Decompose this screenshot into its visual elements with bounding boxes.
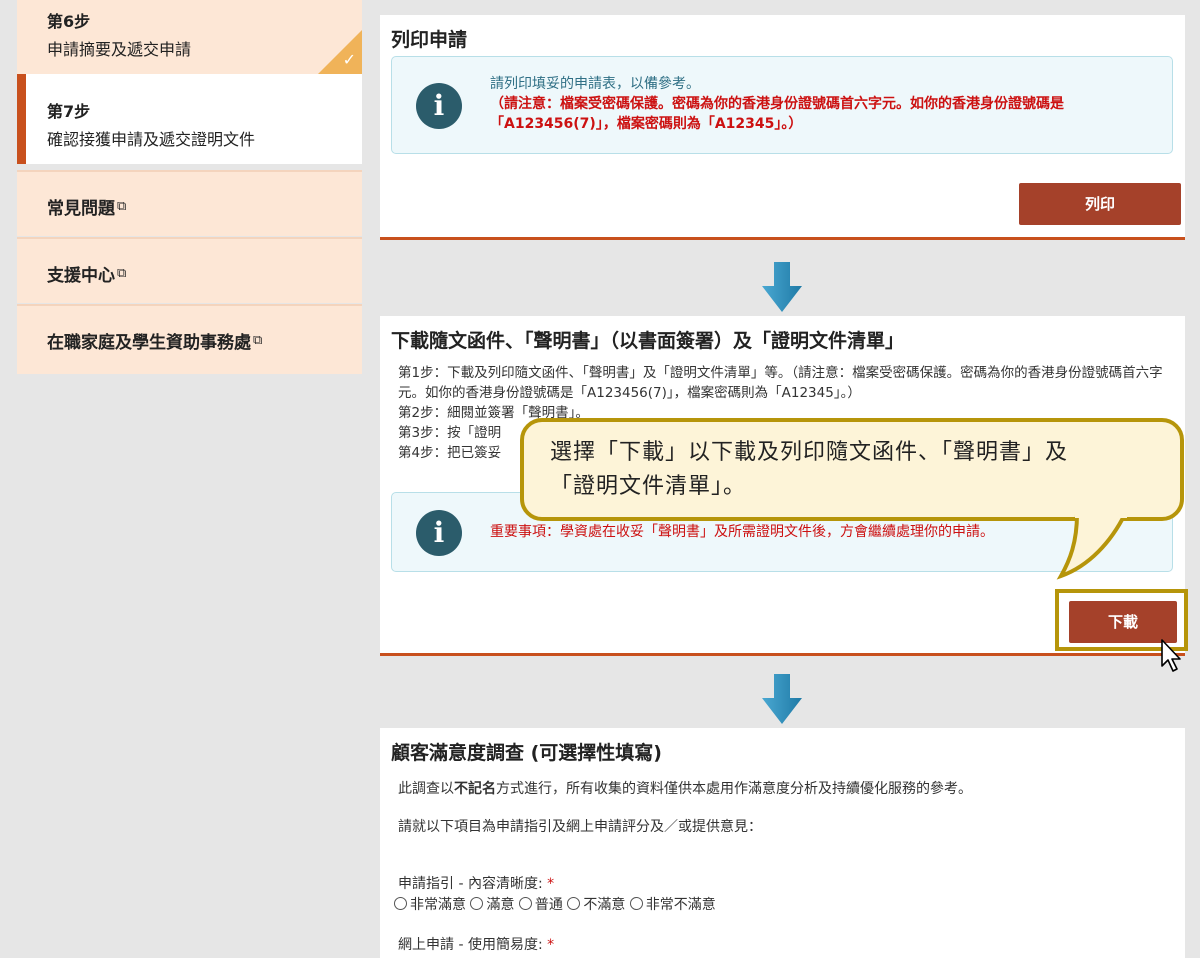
radio-circle-icon[interactable]	[470, 897, 484, 910]
external-link-icon: ⧉	[117, 199, 127, 214]
radio-option[interactable]: 滿意	[470, 897, 514, 913]
radio-option[interactable]: 非常不滿意	[629, 897, 716, 913]
option-label: 不滿意	[583, 897, 626, 913]
important-notice-text: 重要事項：學資處在收妥「聲明書」及所需證明文件後，方會繼續處理你的申請。	[490, 524, 994, 540]
down-arrow-icon	[762, 674, 802, 724]
step-number: 第6步	[47, 12, 91, 31]
sidebar-link-wfsfaa[interactable]: 在職家庭及學生資助事務處 ⧉	[17, 304, 362, 374]
required-marker: *	[547, 876, 555, 892]
sidebar-step-7-active[interactable]: 第7步 確認接獲申請及遞交證明文件	[17, 74, 362, 164]
password-notice: （請注意：檔案受密碼保護。密碼為你的香港身份證號碼首六字元。如你的香港身份證號碼…	[490, 96, 1064, 132]
info-box: i 請列印填妥的申請表，以備參考。 （請注意：檔案受密碼保護。密碼為你的香港身份…	[391, 56, 1173, 154]
question-label: 申請指引 - 內容清晰度: *	[398, 873, 554, 893]
radio-circle-icon[interactable]	[518, 897, 532, 910]
survey-intro: 此調查以不記名方式進行，所有收集的資料僅供本處用作滿意度分析及持續優化服務的參考…	[398, 778, 972, 798]
question-text: 網上申請 - 使用簡易度:	[398, 937, 543, 953]
check-icon: ✓	[342, 50, 356, 69]
step-description: 申請摘要及遞交申請	[47, 40, 192, 59]
step-description: 確認接獲申請及遞交證明文件	[47, 130, 256, 149]
callout-tail	[1056, 512, 1127, 580]
info-text: 請列印填妥的申請表，以備參考。 （請注意：檔案受密碼保護。密碼為你的香港身份證號…	[490, 74, 1152, 134]
option-label: 非常滿意	[410, 897, 466, 913]
link-label: 常見問題	[47, 199, 115, 219]
card-title: 顧客滿意度調查 (可選擇性填寫)	[391, 742, 662, 764]
radio-circle-icon[interactable]	[394, 897, 407, 910]
option-label: 普通	[534, 897, 563, 913]
option-label: 滿意	[486, 897, 515, 913]
sidebar-link-faq[interactable]: 常見問題 ⧉	[17, 170, 362, 236]
sidebar-step-6[interactable]: 第6步 申請摘要及遞交申請 ✓	[17, 0, 362, 74]
info-icon: i	[416, 83, 462, 129]
rating-radio-group: 非常滿意 滿意 普通 不滿意 非常不滿意	[394, 894, 716, 914]
print-application-card: 列印申請 i 請列印填妥的申請表，以備參考。 （請注意：檔案受密碼保護。密碼為你…	[380, 15, 1185, 240]
link-label: 在職家庭及學生資助事務處	[47, 333, 251, 353]
radio-circle-icon[interactable]	[567, 897, 581, 910]
radio-option[interactable]: 普通	[518, 897, 563, 913]
intro-text: 方式進行，所有收集的資料僅供本處用作滿意度分析及持續優化服務的參考。	[496, 781, 972, 797]
card-title: 下載隨文函件、「聲明書」（以書面簽署）及「證明文件清單」	[391, 330, 905, 352]
intro-text: 此調查以	[398, 781, 454, 797]
mouse-cursor-icon	[1161, 639, 1181, 672]
question-label: 網上申請 - 使用簡易度: *	[398, 934, 554, 954]
tutorial-callout: 選擇「下載」以下載及列印隨文函件、「聲明書」及 「證明文件清單」。	[520, 418, 1184, 521]
sidebar-link-support-center[interactable]: 支援中心 ⧉	[17, 237, 362, 303]
down-arrow-icon	[762, 262, 802, 312]
external-link-icon: ⧉	[117, 266, 127, 281]
card-title: 列印申請	[391, 29, 468, 51]
question-text: 申請指引 - 內容清晰度:	[398, 876, 543, 892]
external-link-icon: ⧉	[253, 333, 263, 348]
radio-circle-icon[interactable]	[629, 897, 643, 910]
print-button[interactable]: 列印	[1019, 183, 1181, 225]
callout-line: 選擇「下載」以下載及列印隨文函件、「聲明書」及	[550, 440, 1069, 465]
intro-bold: 不記名	[454, 781, 496, 797]
survey-instruction: 請就以下項目為申請指引及網上申請評分及／或提供意見：	[398, 819, 762, 835]
callout-line: 「證明文件清單」。	[550, 474, 747, 499]
step-1-text: 第1步：下載及列印隨文函件、「聲明書」及「證明文件清單」等。（請注意：檔案受密碼…	[398, 365, 1163, 401]
required-marker: *	[547, 937, 555, 953]
step-number: 第7步	[47, 102, 91, 121]
link-label: 支援中心	[47, 266, 115, 286]
radio-option[interactable]: 非常滿意	[394, 897, 466, 913]
info-icon: i	[416, 510, 462, 556]
radio-option[interactable]: 不滿意	[567, 897, 625, 913]
info-line: 請列印填妥的申請表，以備參考。	[490, 76, 700, 92]
satisfaction-survey-card: 顧客滿意度調查 (可選擇性填寫) 此調查以不記名方式進行，所有收集的資料僅供本處…	[380, 728, 1185, 958]
option-label: 非常不滿意	[645, 897, 716, 913]
